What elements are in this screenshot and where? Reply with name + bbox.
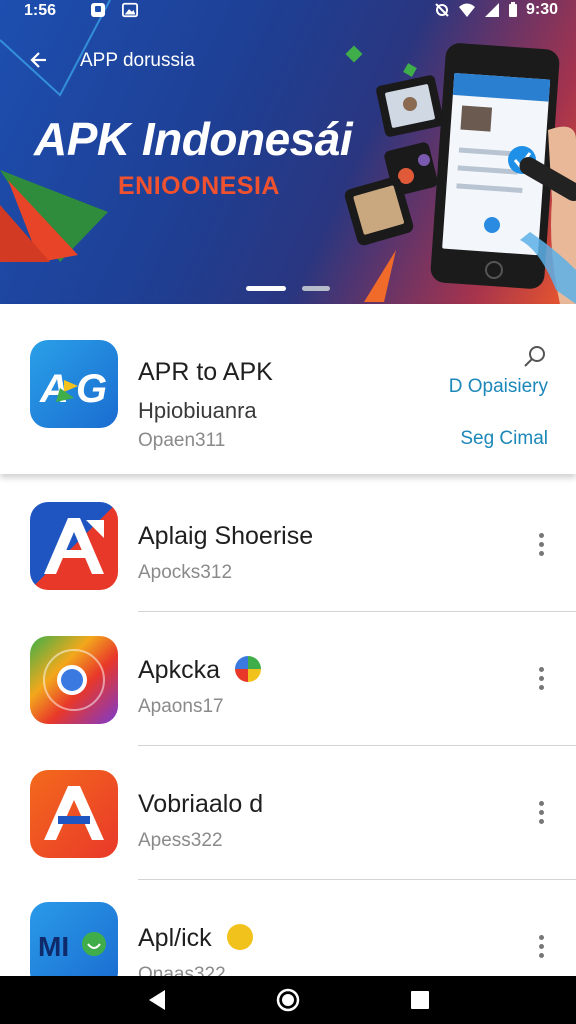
- hero-title: APK Indonesái: [34, 113, 353, 165]
- search-icon[interactable]: [522, 344, 548, 370]
- list-item[interactable]: MI Apl/ick Onaas322: [0, 880, 576, 976]
- app-bar-title: APP dorussia: [80, 50, 195, 71]
- screen: 1:56 9:30 APP dorussia APK Indonesái ENI…: [0, 0, 576, 1024]
- signal-icon: [484, 3, 499, 17]
- featured-app-subtitle: Hpiobiuanra: [138, 398, 257, 423]
- app-meta: Onaas322: [138, 964, 226, 976]
- featured-app-card[interactable]: A G APR to APK Hpiobiuanra Opaen311 D Op…: [0, 304, 576, 474]
- app-meta: Apaons17: [138, 696, 224, 717]
- nav-recents-button[interactable]: [405, 986, 435, 1014]
- app-name: Apl/ick: [138, 924, 253, 953]
- app-name: Vobriaalo d: [138, 790, 264, 818]
- list-item[interactable]: Vobriaalo d Apess322: [0, 746, 576, 880]
- list-item[interactable]: Apkcka Apaons17: [0, 612, 576, 746]
- status-bar: 1:56 9:30: [0, 0, 576, 26]
- status-right-icons: 9:30: [434, 1, 558, 19]
- featured-app-name: APR to APK: [138, 358, 273, 386]
- back-button[interactable]: [22, 44, 54, 76]
- triangle-back-icon: [149, 990, 165, 1010]
- app-list: Aplaig Shoerise Apocks312 Apkcka Apaons1…: [0, 478, 576, 976]
- hero-banner[interactable]: 1:56 9:30 APP dorussia APK Indonesái ENI…: [0, 0, 576, 304]
- square-recents-icon: [411, 991, 429, 1009]
- more-options-icon[interactable]: [526, 792, 556, 832]
- svg-text:G: G: [76, 367, 107, 411]
- app-a-orange-icon: [30, 770, 118, 858]
- app-name: Aplaig Shoerise: [138, 522, 314, 550]
- status-clock: 9:30: [525, 1, 558, 18]
- mute-icon: [435, 3, 449, 17]
- battery-icon: [508, 2, 517, 17]
- featured-link-bottom[interactable]: Seg Cimal: [460, 428, 548, 450]
- featured-app-icon: A G: [30, 340, 118, 428]
- app-meta: Apess322: [138, 830, 223, 851]
- circle-home-icon: [276, 988, 300, 1012]
- carousel-dot[interactable]: [302, 286, 330, 291]
- featured-app-meta: Opaen311: [138, 430, 226, 451]
- hero-subtitle: ENIOONESIA: [118, 172, 280, 200]
- carousel-dot-active[interactable]: [246, 286, 286, 291]
- colorful-emoji-icon: [234, 656, 261, 683]
- app-a-red-icon: [30, 502, 118, 590]
- status-time: 1:56: [24, 2, 57, 19]
- image-icon: [122, 2, 138, 18]
- app-name-text: Apkcka: [138, 656, 220, 684]
- list-item[interactable]: Aplaig Shoerise Apocks312: [0, 478, 576, 612]
- app-name-text: Apl/ick: [138, 924, 212, 952]
- nav-home-button[interactable]: [273, 986, 303, 1014]
- featured-link-top[interactable]: D Opaisiery: [449, 376, 548, 398]
- more-options-icon[interactable]: [526, 524, 556, 564]
- arrow-left-icon: [30, 52, 46, 68]
- nav-back-button[interactable]: [142, 986, 172, 1014]
- app-name: Apkcka: [138, 656, 261, 685]
- mi-app-icon: MI: [30, 902, 118, 976]
- wifi-icon: [458, 3, 475, 17]
- carousel-indicator[interactable]: [0, 286, 576, 294]
- more-options-icon[interactable]: [526, 926, 556, 966]
- svg-text:MI: MI: [38, 931, 69, 962]
- app-meta: Apocks312: [138, 562, 233, 583]
- notification-icon: [91, 3, 105, 17]
- system-nav-bar: [0, 976, 576, 1024]
- more-options-icon[interactable]: [526, 658, 556, 698]
- chrome-style-icon: [30, 636, 118, 724]
- smile-emoji-icon: [226, 924, 253, 951]
